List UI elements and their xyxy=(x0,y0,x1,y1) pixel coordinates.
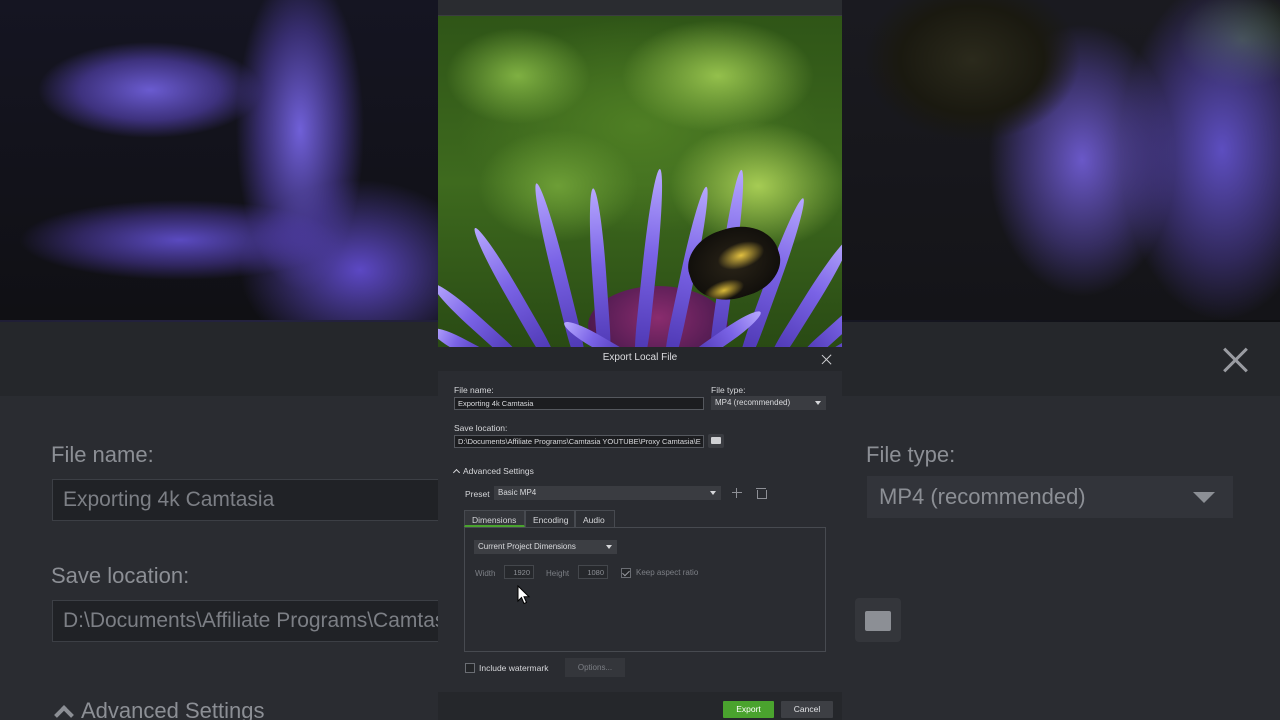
caret-down-icon xyxy=(710,491,716,495)
folder-icon[interactable] xyxy=(708,434,724,448)
tab-audio[interactable]: Audio xyxy=(575,510,615,527)
tab-encoding[interactable]: Encoding xyxy=(525,510,575,527)
background-file-name-field: Exporting 4k Camtasia xyxy=(52,479,442,521)
background-flower-left xyxy=(0,0,440,320)
background-save-location-field: D:\Documents\Affiliate Programs\Camtasia… xyxy=(52,600,442,642)
background-save-location-label: Save location: xyxy=(51,563,190,588)
add-preset-icon[interactable] xyxy=(730,486,744,500)
file-type-label: File type: xyxy=(711,385,746,395)
preset-select[interactable]: Basic MP4 xyxy=(494,486,721,500)
close-icon[interactable] xyxy=(821,354,832,365)
include-watermark-checkbox[interactable] xyxy=(465,663,475,673)
dimensions-mode-select[interactable]: Current Project Dimensions xyxy=(474,540,617,554)
width-label: Width xyxy=(475,569,496,578)
file-name-input[interactable]: Exporting 4k Camtasia xyxy=(454,397,704,410)
preview-image xyxy=(438,16,842,348)
caret-down-icon xyxy=(815,401,821,405)
center-panel: Export Local File File name: Exporting 4… xyxy=(438,0,842,720)
background-file-type-select: MP4 (recommended) xyxy=(867,476,1233,518)
background-file-name-label: File name: xyxy=(51,442,154,467)
file-name-label: File name: xyxy=(454,385,494,395)
background-folder-icon xyxy=(855,598,901,642)
caret-down-icon xyxy=(606,545,612,549)
export-button[interactable]: Export xyxy=(723,701,774,718)
background-flower-right xyxy=(842,0,1280,320)
save-location-input[interactable]: D:\Documents\Affiliate Programs\Camtasia… xyxy=(454,435,704,448)
tab-dimensions[interactable]: Dimensions xyxy=(464,510,525,527)
background-advanced-settings: Advanced Settings xyxy=(51,698,264,720)
cancel-button[interactable]: Cancel xyxy=(781,701,833,718)
keep-aspect-checkbox[interactable] xyxy=(621,568,631,578)
background-file-type-label: File type: xyxy=(866,442,956,467)
preview-top-bar xyxy=(438,0,842,16)
background-chevron-up-icon xyxy=(54,705,74,720)
dialog-title: Export Local File xyxy=(602,352,678,363)
height-label: Height xyxy=(546,569,570,578)
mouse-cursor-icon xyxy=(517,585,531,605)
file-type-select[interactable]: MP4 (recommended) xyxy=(711,396,826,410)
delete-preset-icon[interactable] xyxy=(754,486,768,500)
chevron-up-icon xyxy=(452,468,461,477)
height-input[interactable]: 1080 xyxy=(578,565,608,579)
preset-label: Preset xyxy=(465,489,490,499)
watermark-options-button[interactable]: Options... xyxy=(565,658,625,677)
include-watermark-label: Include watermark xyxy=(479,663,549,673)
background-caret-down-icon xyxy=(1193,492,1215,503)
background-close-icon xyxy=(1222,346,1250,374)
export-dialog: Export Local File File name: Exporting 4… xyxy=(438,347,842,720)
save-location-label: Save location: xyxy=(454,423,508,433)
keep-aspect-label: Keep aspect ratio xyxy=(636,568,699,577)
width-input[interactable]: 1920 xyxy=(504,565,534,579)
advanced-settings-toggle[interactable]: Advanced Settings xyxy=(452,466,534,477)
